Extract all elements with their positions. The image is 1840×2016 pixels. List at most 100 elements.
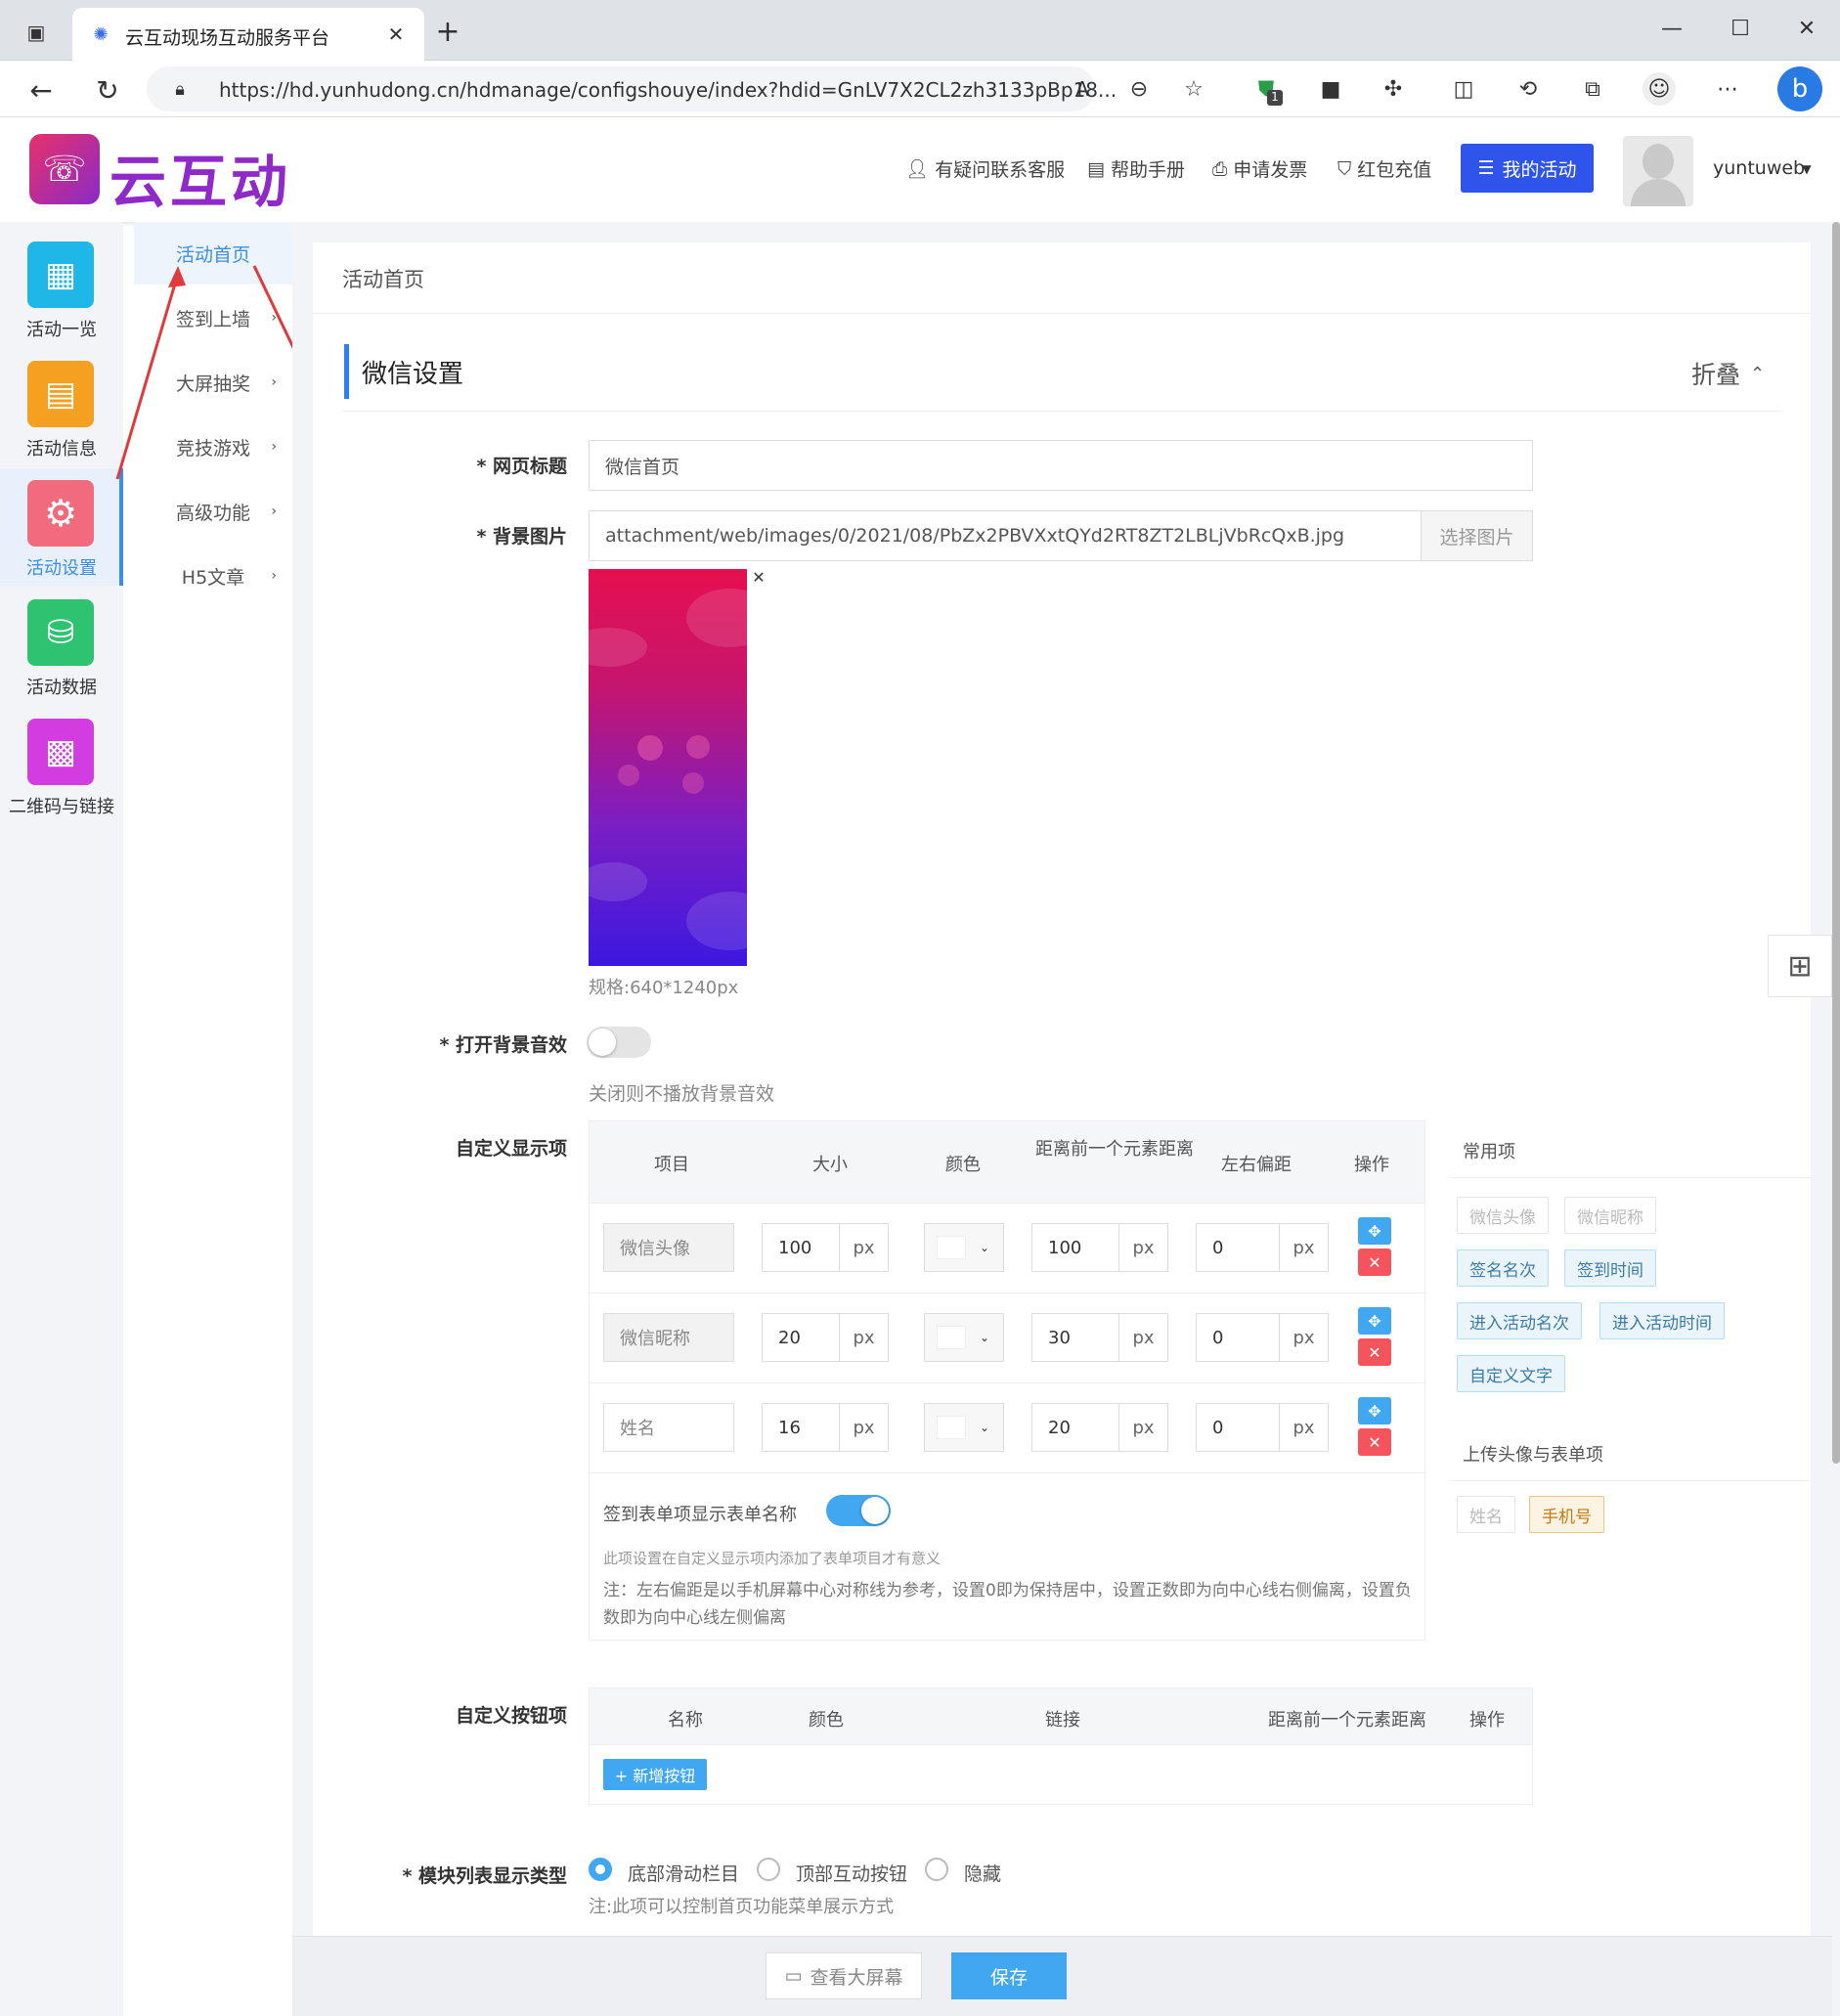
floating-qrcode-button[interactable]: ⊞ bbox=[1768, 935, 1832, 997]
tag-enter-time[interactable]: 进入活动时间 bbox=[1599, 1302, 1725, 1339]
collections-icon[interactable]: ⧉ bbox=[1576, 72, 1609, 106]
item-name-input[interactable]: 姓名 bbox=[603, 1403, 734, 1452]
module-hint: 注:此项可以控制首页功能菜单展示方式 bbox=[589, 1897, 895, 1917]
common-title: 常用项 bbox=[1463, 1142, 1515, 1162]
tag-custom-text[interactable]: 自定义文字 bbox=[1457, 1355, 1565, 1392]
radio-bottom-scroll[interactable] bbox=[589, 1858, 612, 1881]
col-item: 项目 bbox=[654, 1155, 689, 1175]
logo-text: 云互动 bbox=[110, 149, 292, 215]
tag-wx-avatar: 微信头像 bbox=[1457, 1197, 1549, 1234]
split-screen-icon[interactable]: ◫ bbox=[1447, 72, 1480, 106]
tag-enter-rank[interactable]: 进入活动名次 bbox=[1457, 1302, 1582, 1339]
back-icon[interactable]: ← bbox=[23, 72, 59, 108]
move-icon[interactable]: ✥ bbox=[1358, 1307, 1391, 1335]
chevron-down-icon: ⌄ bbox=[980, 1331, 990, 1344]
delete-icon[interactable]: ✕ bbox=[1358, 1428, 1391, 1456]
btn-col-distance: 距离前一个元素距离 bbox=[1268, 1710, 1426, 1731]
add-button[interactable]: + 新增按钮 bbox=[603, 1759, 707, 1790]
history-icon[interactable]: ⟲ bbox=[1511, 72, 1545, 106]
distance-input[interactable]: 30 px bbox=[1031, 1313, 1168, 1362]
module-type-label: * 模块列表显示类型 bbox=[402, 1865, 567, 1887]
copilot-icon[interactable]: b bbox=[1777, 66, 1822, 111]
move-icon[interactable]: ✥ bbox=[1358, 1397, 1391, 1424]
read-aloud-icon[interactable]: A bbox=[1068, 74, 1097, 104]
view-screen-button[interactable]: ▭ 查看大屏幕 bbox=[766, 1952, 922, 1999]
avatar[interactable] bbox=[1623, 136, 1693, 206]
btn-col-name: 名称 bbox=[668, 1710, 703, 1731]
my-activity-button[interactable]: ☰ 我的活动 bbox=[1461, 144, 1594, 193]
invoice-link[interactable]: ⎙ 申请发票 bbox=[1212, 155, 1307, 182]
new-tab-icon[interactable]: + bbox=[432, 15, 463, 49]
tab-actions-icon[interactable]: ▣ bbox=[22, 18, 51, 47]
save-button[interactable]: 保存 bbox=[951, 1952, 1067, 1999]
gear-icon: ⚙ bbox=[27, 480, 94, 547]
tag-sign-time[interactable]: 签到时间 bbox=[1564, 1249, 1656, 1287]
size-input[interactable]: 100 px bbox=[762, 1223, 889, 1272]
minimize-icon[interactable]: — bbox=[1652, 14, 1691, 43]
distance-input[interactable]: 100 px bbox=[1031, 1223, 1168, 1272]
close-window-icon[interactable]: ✕ bbox=[1787, 14, 1826, 43]
more-icon[interactable]: ⋯ bbox=[1711, 72, 1744, 106]
bg-music-toggle[interactable] bbox=[587, 1027, 651, 1058]
browser-tab[interactable]: ✺ 云互动现场互动服务平台 ✕ bbox=[72, 8, 424, 61]
offset-input[interactable]: 0 px bbox=[1196, 1313, 1329, 1362]
reload-icon[interactable]: ↻ bbox=[90, 72, 125, 108]
help-manual-link[interactable]: ▤ 帮助手册 bbox=[1087, 155, 1185, 182]
username[interactable]: yuntuweb bbox=[1713, 157, 1805, 179]
bg-music-label: * 打开背景音效 bbox=[439, 1034, 567, 1056]
color-picker[interactable]: ⌄ bbox=[924, 1223, 1004, 1272]
bg-image-input[interactable]: attachment/web/images/0/2021/08/PbZx2PBV… bbox=[589, 510, 1422, 561]
offset-input[interactable]: 0 px bbox=[1196, 1403, 1329, 1452]
collapse-toggle[interactable]: 折叠 ⌃ bbox=[1691, 356, 1765, 391]
profile-icon[interactable]: ☺ bbox=[1643, 72, 1676, 106]
size-input[interactable]: 16 px bbox=[762, 1403, 889, 1452]
chevron-right-icon: › bbox=[271, 568, 277, 584]
delete-icon[interactable]: ✕ bbox=[1358, 1338, 1391, 1366]
nav-activity-data[interactable]: ⛁ 活动数据 bbox=[0, 588, 123, 705]
address-bar[interactable]: 🔒︎ https://hd.yunhudong.cn/hdmanage/conf… bbox=[147, 66, 1204, 111]
logo-phone-icon: ☏ bbox=[29, 134, 100, 204]
section-marker bbox=[344, 344, 349, 399]
color-picker[interactable]: ⌄ bbox=[924, 1403, 1004, 1452]
puzzle-icon[interactable]: ✣ bbox=[1377, 72, 1410, 106]
zoom-icon[interactable]: ⊖ bbox=[1124, 74, 1154, 104]
lock-icon: 🔒︎ bbox=[175, 78, 185, 100]
remove-image-icon[interactable]: ✕ bbox=[749, 567, 768, 587]
redpacket-link[interactable]: ⛉ 红包充值 bbox=[1337, 155, 1431, 182]
offset-input[interactable]: 0 px bbox=[1196, 1223, 1329, 1272]
custom-display-label: 自定义显示项 bbox=[455, 1138, 567, 1160]
move-icon[interactable]: ✥ bbox=[1358, 1217, 1391, 1245]
extension-icon[interactable]: ■ bbox=[1314, 72, 1347, 106]
bg-image-preview bbox=[589, 569, 747, 966]
maximize-icon[interactable]: ☐ bbox=[1721, 14, 1760, 43]
favorite-icon[interactable]: ☆ bbox=[1179, 74, 1208, 104]
subnav-h5[interactable]: H5文章 › bbox=[134, 545, 292, 607]
tag-phone[interactable]: 手机号 bbox=[1529, 1496, 1604, 1533]
distance-input[interactable]: 20 px bbox=[1031, 1403, 1168, 1452]
bg-music-hint: 关闭则不播放背景音效 bbox=[589, 1083, 775, 1105]
table-row: 姓名 16 px ⌄ 20 px 0 px ✥ ✕ bbox=[590, 1383, 1424, 1473]
app-header: ☏ 云互动 👤︎ 有疑问联系客服 ▤ 帮助手册 ⎙ 申请发票 ⛉ 红包充值 ☰ 我的活动 … bbox=[0, 118, 1840, 222]
radio-hide[interactable] bbox=[925, 1858, 948, 1881]
tab-title: 云互动现场互动服务平台 bbox=[125, 27, 330, 49]
settings-card: 活动首页 微信设置 折叠 ⌃ * 网页标题 微信首页 * 背景图片 attachm… bbox=[313, 242, 1811, 2016]
choose-image-button[interactable]: 选择图片 bbox=[1421, 510, 1533, 561]
contact-support-link[interactable]: 👤︎ 有疑问联系客服 bbox=[905, 155, 1065, 182]
form-name-toggle[interactable] bbox=[826, 1495, 891, 1526]
color-picker[interactable]: ⌄ bbox=[924, 1313, 1004, 1362]
close-tab-icon[interactable]: ✕ bbox=[383, 22, 409, 47]
tag-sign-rank[interactable]: 签名名次 bbox=[1457, 1249, 1549, 1287]
list-icon: ☰ bbox=[1477, 157, 1495, 179]
caret-down-icon[interactable]: ▼ bbox=[1799, 159, 1815, 179]
page-title-input[interactable]: 微信首页 bbox=[589, 440, 1533, 491]
nav-qrcode-links[interactable]: ▩ 二维码与链接 bbox=[0, 707, 123, 824]
delete-icon[interactable]: ✕ bbox=[1358, 1249, 1391, 1276]
chevron-down-icon: ⌄ bbox=[980, 1421, 990, 1434]
size-input[interactable]: 20 px bbox=[762, 1313, 889, 1362]
check-shield-icon: ⛉ bbox=[1337, 157, 1352, 180]
tag-wx-nickname: 微信昵称 bbox=[1564, 1197, 1656, 1234]
radio-top-buttons[interactable] bbox=[757, 1858, 780, 1881]
page-scrollbar[interactable] bbox=[1832, 222, 1840, 1464]
radio-top-buttons-label: 顶部互动按钮 bbox=[796, 1863, 908, 1885]
btn-col-link: 链接 bbox=[1045, 1710, 1080, 1731]
